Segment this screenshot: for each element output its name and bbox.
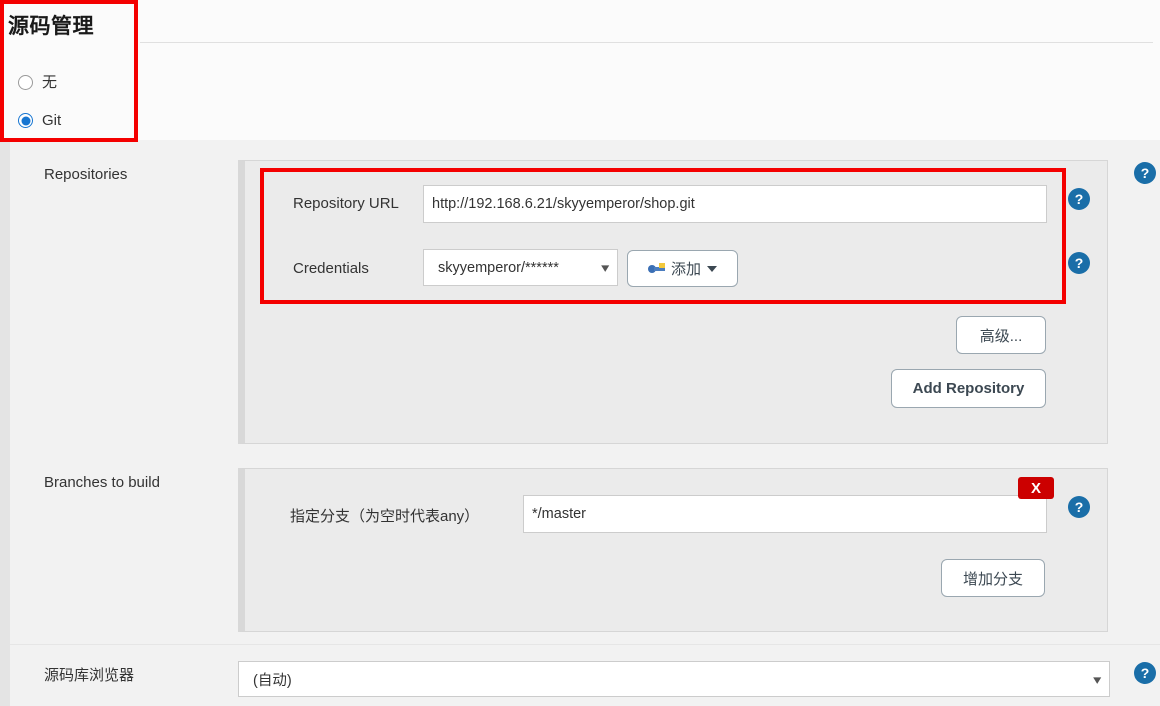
- add-repository-button[interactable]: Add Repository: [891, 369, 1046, 408]
- key-icon: [647, 262, 665, 275]
- caret-down-icon: [707, 265, 717, 272]
- branch-specifier-input[interactable]: */master: [523, 495, 1047, 533]
- repository-browser-select[interactable]: (自动) ▾: [238, 661, 1110, 697]
- help-icon-repositories-section[interactable]: ?: [1134, 162, 1156, 184]
- radio-none[interactable]: [18, 75, 33, 90]
- scm-option-none[interactable]: 无: [18, 75, 57, 90]
- credentials-label: Credentials: [293, 260, 369, 277]
- repository-url-input[interactable]: http://192.168.6.21/skyyemperor/shop.git: [423, 185, 1047, 223]
- credentials-selected-value: skyyemperor/******: [438, 259, 559, 276]
- radio-git[interactable]: [18, 113, 33, 128]
- add-branch-button-label: 增加分支: [962, 570, 1023, 588]
- header-divider: [140, 42, 1153, 43]
- page-title: 源码管理: [8, 15, 94, 38]
- bottom-divider: [10, 644, 1160, 645]
- scm-option-git[interactable]: Git: [18, 113, 61, 128]
- advanced-button-label: 高级...: [979, 327, 1023, 345]
- help-icon-repository-url[interactable]: ?: [1068, 188, 1090, 210]
- help-icon-repository-browser[interactable]: ?: [1134, 662, 1156, 684]
- scm-header-section: 源码管理 无 Git: [0, 0, 1160, 140]
- repositories-row-label: Repositories: [44, 166, 128, 183]
- scm-option-none-label: 无: [42, 74, 58, 91]
- help-icon-credentials[interactable]: ?: [1068, 252, 1090, 274]
- branch-specifier-label: 指定分支（为空时代表any）: [290, 508, 480, 525]
- help-icon-branch-specifier[interactable]: ?: [1068, 496, 1090, 518]
- left-edge-strip: [0, 140, 10, 706]
- chevron-down-icon: ▾: [601, 260, 610, 275]
- repository-browser-row-label: 源码库浏览器: [44, 667, 135, 684]
- add-repository-button-label: Add Repository: [912, 380, 1025, 397]
- advanced-button[interactable]: 高级...: [956, 316, 1046, 354]
- add-branch-button[interactable]: 增加分支: [941, 559, 1045, 597]
- repositories-panel: Repository URL http://192.168.6.21/skyye…: [238, 160, 1108, 444]
- delete-branch-button[interactable]: X: [1018, 477, 1054, 499]
- repository-browser-selected-value: (自动): [253, 672, 292, 689]
- branches-panel: 指定分支（为空时代表any） */master 增加分支: [238, 468, 1108, 632]
- credentials-select[interactable]: skyyemperor/****** ▾: [423, 249, 618, 286]
- scm-option-git-label: Git: [42, 112, 62, 129]
- jenkins-scm-config-page: 源码管理 无 Git Repositories Repository URL h…: [0, 0, 1160, 706]
- add-credentials-label: 添加: [670, 261, 701, 278]
- repository-url-label: Repository URL: [293, 195, 399, 212]
- branches-row-label: Branches to build: [44, 474, 160, 491]
- add-credentials-button[interactable]: 添加: [627, 250, 738, 287]
- chevron-down-icon-browser: ▾: [1093, 671, 1102, 687]
